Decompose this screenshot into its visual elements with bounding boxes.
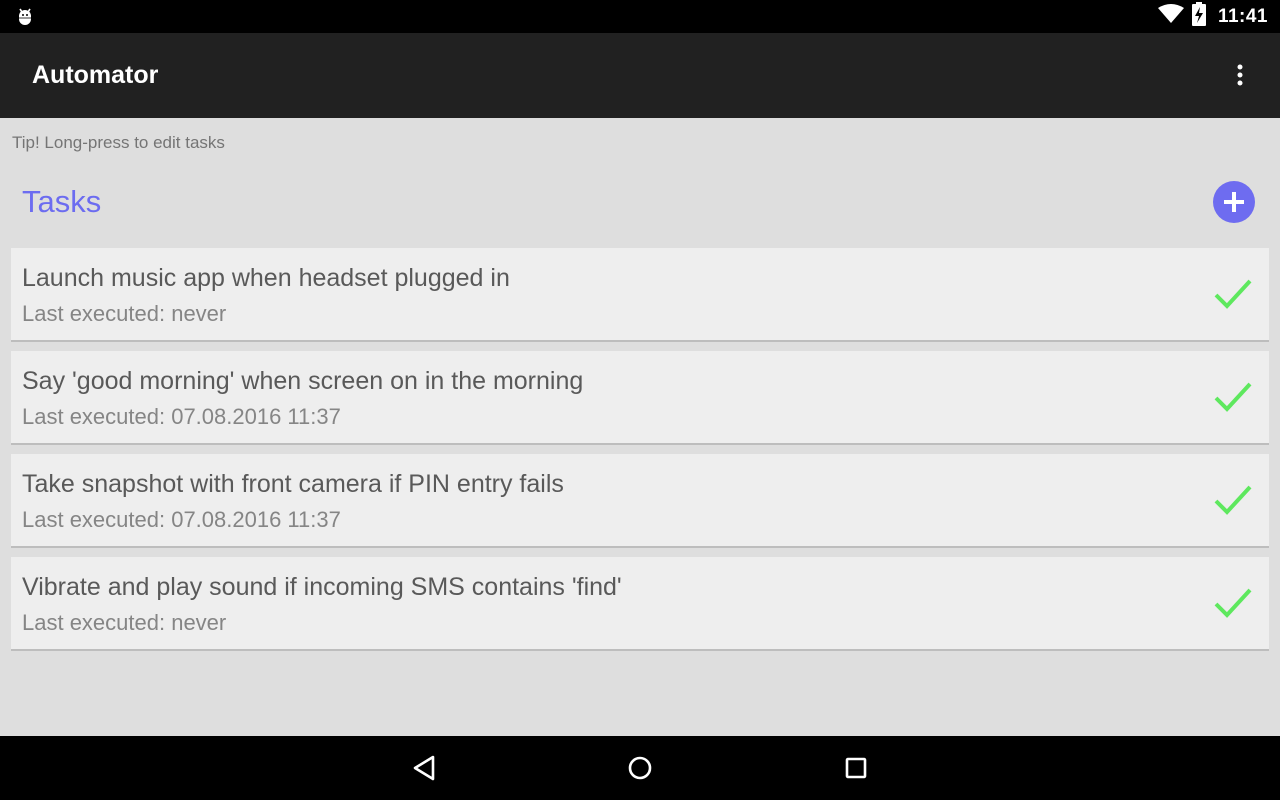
check-icon [1214, 588, 1252, 618]
check-icon [1214, 279, 1252, 309]
task-last-executed: Last executed: 07.08.2016 11:37 [22, 507, 341, 532]
overflow-menu-button[interactable] [1224, 57, 1256, 97]
check-icon [1214, 485, 1252, 515]
status-icons: 11:41 [1157, 0, 1268, 33]
task-item[interactable]: Vibrate and play sound if incoming SMS c… [11, 557, 1269, 651]
recents-button[interactable] [836, 748, 876, 788]
more-vert-icon [1236, 63, 1244, 92]
task-title: Say 'good morning' when screen on in the… [22, 367, 584, 395]
tip-text: Tip! Long-press to edit tasks [12, 133, 225, 152]
task-item[interactable]: Launch music app when headset plugged in… [11, 248, 1269, 342]
task-title: Take snapshot with front camera if PIN e… [22, 470, 564, 498]
main-content: Tip! Long-press to edit tasks Tasks Laun… [0, 118, 1280, 736]
task-item[interactable]: Take snapshot with front camera if PIN e… [11, 454, 1269, 548]
task-last-executed: Last executed: never [22, 301, 227, 326]
task-item[interactable]: Say 'good morning' when screen on in the… [11, 351, 1269, 445]
add-circle-icon [1224, 192, 1244, 212]
app-bar: Automator [0, 33, 1280, 118]
app-title: Automator [32, 61, 159, 89]
android-debug-icon [14, 5, 36, 27]
task-last-executed: Last executed: 07.08.2016 11:37 [22, 404, 341, 429]
tasks-heading: Tasks [22, 184, 102, 219]
back-button[interactable] [405, 748, 445, 788]
check-icon [1214, 382, 1252, 412]
add-task-button[interactable] [1213, 181, 1255, 223]
home-icon [628, 756, 652, 780]
task-title: Vibrate and play sound if incoming SMS c… [22, 573, 622, 601]
status-bar: 11:41 [0, 0, 1280, 33]
battery-charging-icon [1191, 2, 1206, 31]
task-title: Launch music app when headset plugged in [22, 264, 510, 292]
home-button[interactable] [620, 748, 660, 788]
back-icon [413, 755, 435, 781]
navigation-bar [0, 736, 1280, 800]
wifi-icon [1157, 4, 1184, 29]
task-last-executed: Last executed: never [22, 610, 227, 635]
recents-icon [845, 757, 867, 779]
task-list: Launch music app when headset plugged in… [11, 248, 1269, 660]
status-clock: 11:41 [1217, 5, 1268, 27]
